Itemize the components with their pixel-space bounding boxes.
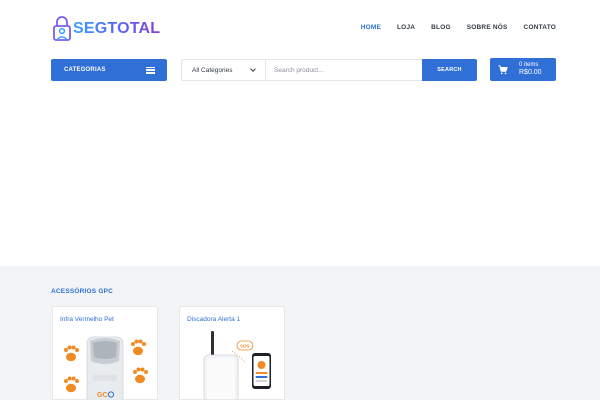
nav-home[interactable]: HOME: [361, 24, 381, 31]
hamburger-icon: [146, 66, 155, 74]
search-button[interactable]: SEARCH: [422, 59, 477, 81]
page: SEGTOTAL HOME LOJA BLOG SOBRE NÓS CONTAT…: [0, 0, 600, 400]
category-select[interactable]: All Categories: [182, 60, 266, 80]
product-title[interactable]: Discadora Alerta 1: [187, 316, 240, 323]
nav-loja[interactable]: LOJA: [397, 24, 415, 31]
nav-blog[interactable]: BLOG: [431, 24, 451, 31]
main-nav: HOME LOJA BLOG SOBRE NÓS CONTATO: [361, 24, 556, 31]
cart-summary: 0 items R$0.00: [519, 62, 542, 77]
category-select-value: All Categories: [192, 66, 233, 74]
section-title: ACESSÓRIOS GPC: [51, 288, 114, 295]
svg-text:GC: GC: [97, 392, 108, 399]
chevron-down-icon: [250, 66, 256, 72]
cart-icon: [498, 64, 508, 74]
nav-sobre-nos[interactable]: SOBRE NÓS: [467, 24, 508, 31]
search-bar: All Categories SEARCH: [181, 59, 477, 81]
nav-contato[interactable]: CONTATO: [524, 24, 556, 31]
product-image-infrared-sensor[interactable]: GC: [53, 327, 158, 400]
site-logo[interactable]: SEGTOTAL: [53, 16, 160, 42]
cart-button[interactable]: 0 items R$0.00: [490, 58, 556, 81]
product-image-dialer[interactable]: SOS: [180, 327, 285, 400]
categories-button[interactable]: CATEGORIAS: [51, 59, 167, 81]
categories-label: CATEGORIAS: [64, 67, 106, 73]
search-input[interactable]: [266, 60, 422, 80]
logo-text: SEGTOTAL: [73, 20, 161, 37]
lock-person-logo-icon: [53, 16, 71, 41]
svg-text:SOS: SOS: [240, 344, 250, 349]
cart-items-count: 0 items: [519, 62, 539, 69]
product-title[interactable]: Infra Vermelho Pet: [60, 316, 114, 323]
product-card[interactable]: Infra Vermelho Pet GC: [52, 306, 158, 400]
cart-total: R$0.00: [519, 68, 542, 76]
product-card[interactable]: Discadora Alerta 1 SOS: [179, 306, 285, 400]
